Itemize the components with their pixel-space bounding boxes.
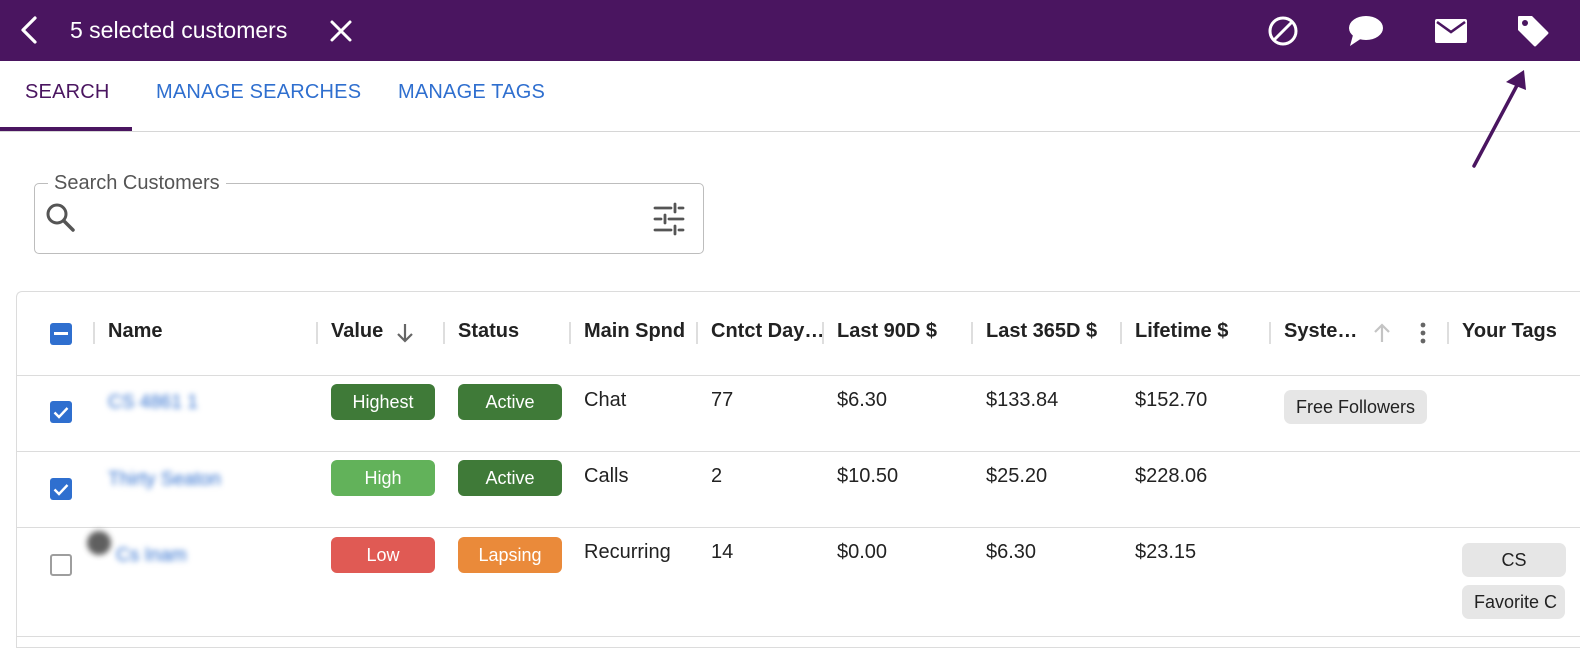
last-365d-cell: $133.84: [986, 389, 1059, 411]
status-badge: Active: [458, 460, 562, 496]
column-header-last-365d[interactable]: Last 365D $: [986, 320, 1097, 343]
column-header-status[interactable]: Status: [458, 320, 519, 343]
main-spend-cell: Chat: [584, 389, 627, 411]
last-365d-cell: $6.30: [986, 541, 1037, 563]
last-90d-cell: $6.30: [837, 389, 888, 411]
user-tag-chip: Favorite C: [1462, 585, 1565, 619]
system-tag-chip: Free Followers: [1284, 390, 1428, 424]
column-header-system-tags[interactable]: Syste…: [1284, 320, 1357, 343]
search-field-label: Search Customers: [48, 172, 226, 195]
customer-name-link[interactable]: Cs Inam: [116, 545, 187, 567]
contact-days-cell: 2: [711, 465, 723, 487]
last-90d-cell: $10.50: [837, 465, 899, 487]
lifetime-cell: $228.06: [1135, 465, 1208, 487]
tab-manage-searches[interactable]: MANAGE SEARCHES: [156, 81, 361, 104]
main-spend-cell: Recurring: [584, 541, 671, 563]
sort-descending-icon[interactable]: [393, 320, 417, 346]
search-icon: [44, 201, 78, 235]
last-365d-cell: $25.20: [986, 465, 1048, 487]
tab-bar: SEARCH MANAGE SEARCHES MANAGE TAGS: [0, 61, 1580, 132]
lifetime-cell: $23.15: [1135, 541, 1197, 563]
row-checkbox[interactable]: [50, 401, 72, 423]
customer-name-link[interactable]: Thirty Seaton: [108, 469, 221, 491]
row-checkbox[interactable]: [50, 478, 72, 500]
column-menu-icon[interactable]: [1413, 320, 1433, 346]
last-90d-cell: $0.00: [837, 541, 888, 563]
value-badge: High: [331, 460, 435, 496]
column-header-last-90d[interactable]: Last 90D $: [837, 320, 937, 343]
column-header-contact-days[interactable]: Cntct Day…: [711, 320, 824, 343]
column-header-main-spend[interactable]: Main Spnd: [584, 320, 685, 343]
row-checkbox[interactable]: [50, 554, 72, 576]
tag-icon[interactable]: [1512, 10, 1554, 52]
status-badge: Lapsing: [458, 537, 562, 573]
status-badge: Active: [458, 384, 562, 420]
tab-search[interactable]: SEARCH: [25, 81, 110, 104]
contact-days-cell: 77: [711, 389, 734, 411]
chat-bubble-icon[interactable]: [1345, 10, 1387, 52]
customers-table: Name Value Status Main Spnd Cntct Day… L…: [16, 291, 1580, 648]
select-all-checkbox[interactable]: [50, 323, 72, 345]
avatar: [87, 531, 111, 555]
column-header-name[interactable]: Name: [108, 320, 162, 343]
lifetime-cell: $152.70: [1135, 389, 1208, 411]
sort-ascending-icon[interactable]: [1370, 320, 1394, 346]
block-icon[interactable]: [1262, 10, 1304, 52]
column-header-value[interactable]: Value: [331, 320, 383, 343]
column-header-lifetime[interactable]: Lifetime $: [1135, 320, 1228, 343]
selection-toolbar: 5 selected customers: [0, 0, 1580, 61]
selection-count-title: 5 selected customers: [70, 17, 288, 43]
active-tab-indicator: [0, 127, 132, 131]
value-badge: Low: [331, 537, 435, 573]
mail-icon[interactable]: [1430, 10, 1472, 52]
annotation-arrow: [1472, 70, 1526, 168]
tab-manage-tags[interactable]: MANAGE TAGS: [398, 81, 545, 104]
user-tag-chip: CS: [1462, 543, 1566, 577]
customer-name-link[interactable]: CS 4861 1: [108, 392, 198, 414]
filter-settings-icon[interactable]: [650, 200, 688, 238]
close-icon[interactable]: [322, 12, 360, 50]
main-spend-cell: Calls: [584, 465, 629, 487]
search-input[interactable]: [92, 200, 632, 236]
contact-days-cell: 14: [711, 541, 734, 563]
column-header-your-tags[interactable]: Your Tags: [1462, 320, 1557, 343]
back-arrow-icon[interactable]: [12, 12, 48, 48]
value-badge: Highest: [331, 384, 435, 420]
